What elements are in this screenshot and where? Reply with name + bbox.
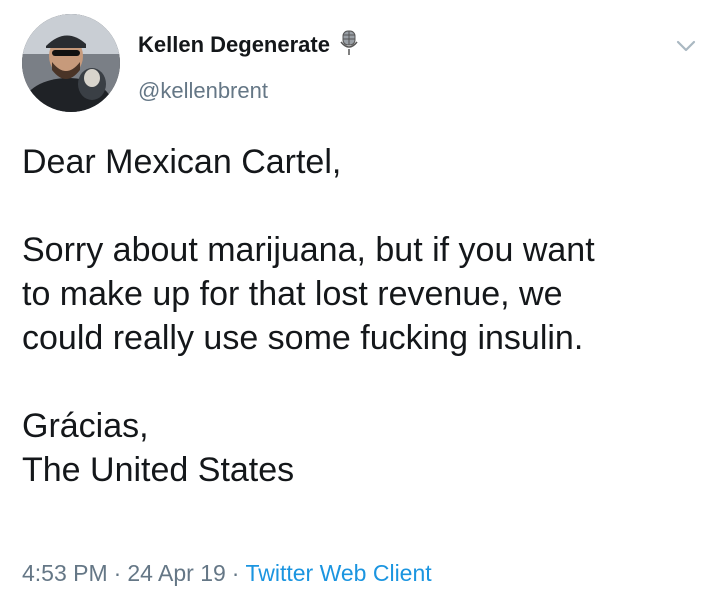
chevron-down-icon[interactable] [674,36,698,56]
avatar[interactable] [22,14,120,112]
display-name-text: Kellen Degenerate [138,32,330,57]
avatar-photo [22,14,120,112]
tweet-meta: 4:53 PM · 24 Apr 19 · Twitter Web Client [22,560,432,587]
tweet-time[interactable]: 4:53 PM [22,560,108,586]
tweet-blank-line [22,360,702,404]
client-link[interactable]: Twitter Web Client [245,560,431,586]
microphone-icon [340,30,358,62]
display-name[interactable]: Kellen Degenerate [138,30,358,62]
tweet-date[interactable]: 24 Apr 19 [127,560,225,586]
tweet-line: The United States [22,451,295,489]
meta-separator: · [113,560,122,586]
tweet-blank-line [22,184,702,228]
user-handle[interactable]: @kellenbrent [138,78,268,104]
meta-separator: · [231,560,240,586]
tweet-line: Grácias, [22,407,149,445]
tweet-line: could really use some fucking insulin. [22,319,584,357]
tweet-text: Dear Mexican Cartel, Sorry about marijua… [22,140,702,492]
tweet-line: to make up for that lost revenue, we [22,275,563,313]
tweet-card: Kellen Degenerate @kellenbrent Dear Mexi… [0,0,720,614]
tweet-line: Sorry about marijuana, but if you want [22,231,595,269]
tweet-line: Dear Mexican Cartel, [22,143,342,181]
